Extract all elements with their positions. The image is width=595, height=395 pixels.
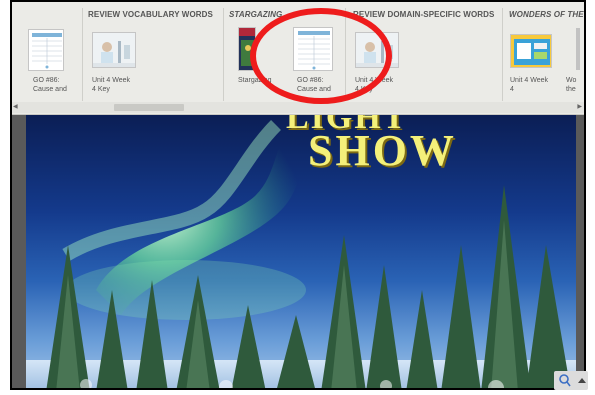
carousel-caption: Wo the [566,77,577,93]
group-header-wonders: WONDERS OF THE [509,10,584,19]
carousel-caption: Unit 4 Week 4 [510,77,548,93]
carousel-thumb-unit4-key[interactable] [92,32,136,68]
carousel-caption: Unit 4 Week 4 Key [355,77,393,93]
worksheet-thumbnail-icon [32,33,62,69]
carousel-caption: GO #86: Cause and [297,77,331,93]
scroll-right-arrow-icon[interactable]: ▶ [577,102,582,113]
group-header-review-domain: REVIEW DOMAIN-SPECIFIC WORDS [353,10,495,19]
worksheet-thumbnail-icon [298,31,330,70]
carousel-thumb-go86-selected[interactable] [293,27,333,71]
carousel-scrollbar[interactable] [12,102,584,113]
scroll-left-arrow-icon[interactable]: ◀ [13,102,18,113]
carousel-thumb-unit4-key-2[interactable] [355,32,399,68]
resource-carousel: REVIEW VOCABULARY WORDS STARGAZING REVIE… [12,2,584,115]
group-header-review-vocabulary: REVIEW VOCABULARY WORDS [88,10,213,19]
carousel-caption: Stargazing [238,77,272,84]
group-divider [223,8,224,101]
carousel-caption: Unit 4 Week 4 Key [92,77,130,93]
group-divider [502,8,503,101]
viewer-controls[interactable] [554,371,588,390]
page-image: LIGHT SHOW [26,115,576,388]
viewer-frame: REVIEW VOCABULARY WORDS STARGAZING REVIE… [10,0,586,390]
photo-thumbnail-icon [93,33,135,67]
poster-thumbnail-icon [511,35,551,67]
group-header-stargazing: STARGAZING [229,10,283,19]
carousel-thumb-stargazing[interactable] [238,27,256,71]
carousel-thumb-partial[interactable] [576,28,580,70]
carousel-scroll-thumb[interactable] [114,104,184,111]
aurora-forest-illustration [26,115,576,388]
page-title-line2: SHOW [308,126,457,175]
photo-thumbnail-icon [356,33,398,67]
zoom-icon [559,374,586,387]
book-cover-icon [239,28,255,70]
carousel-caption: GO #86: Cause and [33,77,67,93]
carousel-thumb-go86[interactable] [28,29,64,71]
carousel-thumb-unit4[interactable] [510,34,552,68]
